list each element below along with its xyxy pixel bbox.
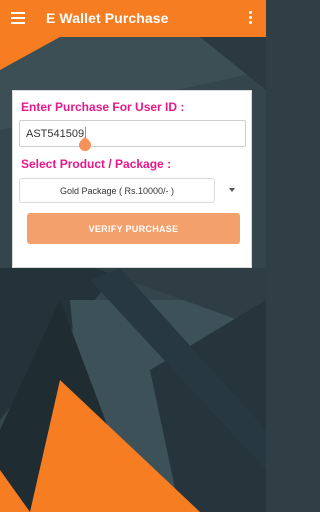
menu-icon[interactable]	[11, 12, 25, 24]
more-vert-icon[interactable]	[249, 11, 253, 25]
user-id-input[interactable]: AST541509	[19, 120, 246, 147]
product-label: Select Product / Package :	[21, 157, 172, 171]
user-id-value: AST541509	[26, 127, 85, 140]
user-id-label: Enter Purchase For User ID :	[21, 100, 185, 114]
selected-package: Gold Package ( Rs.10000/- )	[59, 185, 175, 196]
package-select[interactable]: Gold Package ( Rs.10000/- )	[19, 178, 215, 203]
page-title: E Wallet Purchase	[46, 10, 169, 26]
app-bar: E Wallet Purchase	[0, 0, 266, 37]
verify-purchase-button[interactable]: VERIFY PURCHASE	[27, 213, 240, 244]
purchase-form-card: Enter Purchase For User ID : AST541509 S…	[12, 90, 252, 268]
arrow-drop-down-icon[interactable]	[229, 188, 235, 192]
